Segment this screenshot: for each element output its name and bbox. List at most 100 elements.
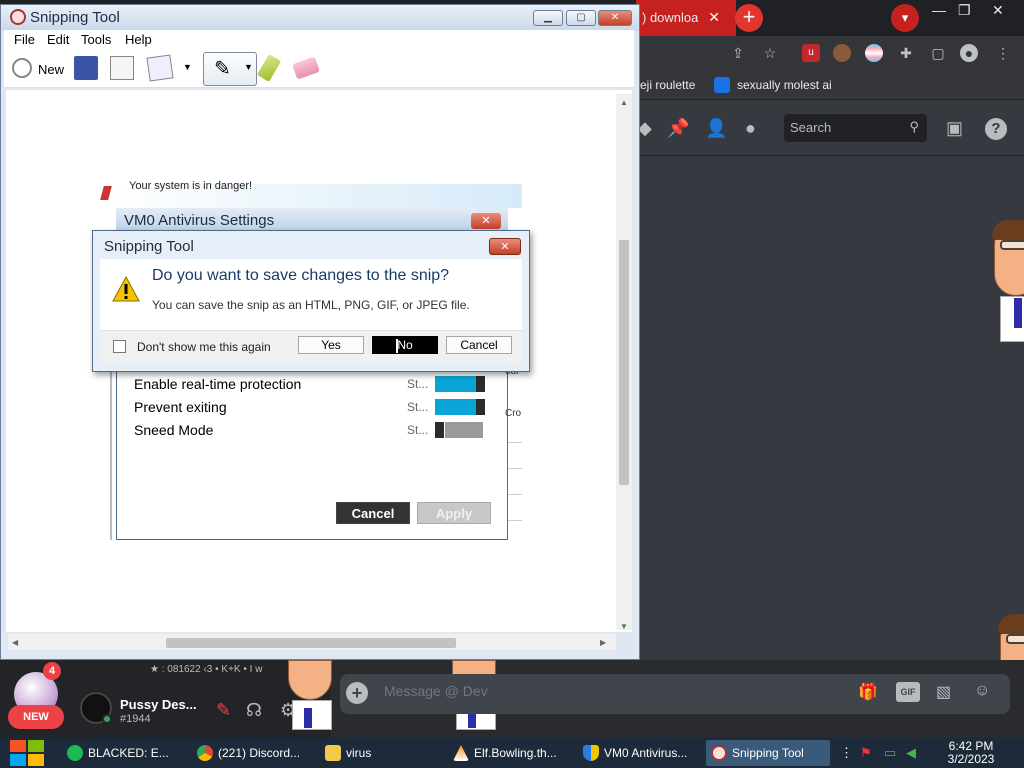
taskbar-item-label: virus (346, 746, 372, 760)
emoji-icon[interactable]: ☺ (974, 682, 990, 700)
scroll-up-icon[interactable]: ▲ (620, 98, 628, 107)
extension-avatar-icon[interactable] (833, 44, 851, 62)
bookmark-item[interactable]: eji roulette (640, 78, 695, 92)
taskbar-item[interactable]: BLACKED: E... (62, 740, 178, 766)
taskbar-item-label: Snipping Tool (732, 746, 804, 760)
new-tab-button[interactable]: + (735, 4, 763, 32)
headphones-icon[interactable]: ☊ (246, 700, 262, 721)
maximize-button[interactable]: ▢ (566, 10, 596, 26)
pin-icon[interactable]: 📌 (667, 118, 689, 139)
activity-status: ★ : 081622 ‹3 • K+K • I w (150, 664, 263, 675)
copy-icon[interactable] (110, 56, 134, 80)
tab-close-icon[interactable]: ✕ (708, 9, 720, 26)
dont-show-again-checkbox[interactable] (113, 340, 126, 353)
dialog-question: Do you want to save changes to the snip? (152, 267, 450, 284)
bookmark-item[interactable]: sexually molest ai (737, 78, 832, 92)
vm-border (110, 370, 112, 540)
help-icon[interactable]: ? (985, 118, 1007, 140)
ublock-icon[interactable]: u (802, 44, 820, 62)
volume-icon[interactable]: ◀ (906, 745, 916, 761)
scroll-right-icon[interactable]: ▶ (600, 638, 606, 647)
yes-button[interactable]: Yes (298, 336, 364, 354)
inbox-icon[interactable]: ▣ (946, 118, 963, 139)
vlc-icon (453, 745, 469, 761)
user-name[interactable]: Pussy Des... (120, 697, 197, 712)
menu-kebab-icon[interactable]: ⋮ (994, 44, 1012, 62)
divider (508, 442, 522, 443)
pen-dropdown-icon[interactable]: ▼ (244, 62, 253, 72)
menu-tools[interactable]: Tools (81, 32, 111, 47)
menu-bar: File Edit Tools Help (4, 30, 634, 50)
search-input[interactable]: Search ⚲ (784, 114, 927, 142)
system-clock[interactable]: 6:42 PM 3/2/2023 (938, 740, 1004, 766)
new-button[interactable]: New (38, 62, 64, 77)
scroll-left-icon[interactable]: ◀ (12, 638, 18, 647)
taskbar-item[interactable]: VM0 Antivirus... (578, 740, 696, 766)
setting-status: St... (407, 377, 429, 391)
restore-icon[interactable]: ❐ (958, 2, 971, 19)
scroll-down-icon[interactable]: ▼ (620, 622, 628, 631)
bookmark-star-icon[interactable]: ☆ (761, 44, 779, 62)
window-title: Snipping Tool (30, 9, 120, 26)
pen-icon: ✎ (214, 58, 231, 80)
dialog-close-button[interactable]: ✕ (489, 238, 521, 255)
browser-tab[interactable]: ) downloa ✕ (636, 3, 728, 33)
no-button[interactable]: No (372, 336, 438, 354)
share-icon[interactable]: ⇪ (729, 44, 747, 62)
add-friend-icon[interactable]: 👤 (705, 118, 727, 139)
network-icon[interactable]: ▭ (884, 745, 896, 761)
vm-cancel-button: Cancel (336, 502, 410, 524)
menu-edit[interactable]: Edit (47, 32, 69, 47)
toggle-prevent-exiting (435, 399, 485, 415)
menu-file[interactable]: File (14, 32, 35, 47)
message-placeholder: Message @ Dev (384, 683, 488, 699)
close-button[interactable]: ✕ (598, 10, 632, 26)
sticker-icon[interactable]: ▧ (936, 682, 951, 702)
horizontal-scroll-thumb[interactable] (166, 638, 456, 648)
side-text: Cro (505, 408, 522, 419)
new-snip-scissors-icon[interactable] (12, 58, 32, 78)
gif-button[interactable]: GIF (896, 682, 920, 702)
warning-icon (112, 276, 140, 302)
taskbar-item[interactable]: Elf.Bowling.th... (448, 740, 566, 766)
taskbar-item[interactable]: (221) Discord... (192, 740, 308, 766)
overflow-icon[interactable]: ⋮ (840, 745, 853, 761)
save-icon[interactable] (74, 56, 98, 80)
new-badge[interactable]: NEW (8, 705, 64, 729)
threads-icon[interactable]: ◆ (638, 118, 652, 139)
taskbar-item-active[interactable]: Snipping Tool (706, 740, 830, 766)
divider (508, 468, 522, 469)
minimize-icon[interactable]: — (932, 2, 946, 18)
taskbar-item-label: VM0 Antivirus... (604, 746, 688, 760)
send-dropdown-icon[interactable]: ▼ (183, 62, 192, 72)
upload-plus-icon[interactable]: + (346, 682, 368, 704)
sidebar-icon[interactable]: ▢ (929, 44, 947, 62)
mic-muted-icon[interactable]: ✎ (216, 700, 231, 721)
minimize-button[interactable]: ▁ (533, 10, 563, 26)
text-cursor-icon (396, 339, 398, 353)
search-placeholder: Search (790, 120, 832, 135)
dialog-title: Snipping Tool (104, 238, 194, 255)
flag-extension-icon[interactable] (865, 44, 883, 62)
tab-search-dropdown-icon[interactable]: ▾ (891, 4, 919, 32)
flag-icon[interactable]: ⚑ (860, 745, 872, 761)
member-list-icon[interactable]: ● (745, 118, 756, 139)
send-email-icon[interactable] (146, 54, 174, 82)
menu-help[interactable]: Help (125, 32, 152, 47)
online-status-icon (102, 714, 112, 724)
start-button[interactable] (8, 740, 46, 766)
toggle-sneed-mode (435, 422, 485, 438)
vm-close-icon: ✕ (471, 213, 501, 229)
cancel-button[interactable]: Cancel (446, 336, 512, 354)
puzzle-icon[interactable]: ✚ (897, 44, 915, 62)
close-window-icon[interactable]: ✕ (992, 2, 1004, 19)
bookmark-favicon-icon (714, 77, 730, 93)
notification-badge: 4 (43, 662, 61, 680)
vertical-scroll-thumb[interactable] (619, 240, 629, 485)
dont-show-again-label[interactable]: Don't show me this again (137, 340, 271, 354)
profile-icon[interactable]: ● (960, 44, 978, 62)
vm-apply-button: Apply (417, 502, 491, 524)
gift-icon[interactable]: 🎁 (858, 682, 878, 702)
taskbar-item[interactable]: virus (320, 740, 436, 766)
taskbar-item-label: BLACKED: E... (88, 746, 169, 760)
